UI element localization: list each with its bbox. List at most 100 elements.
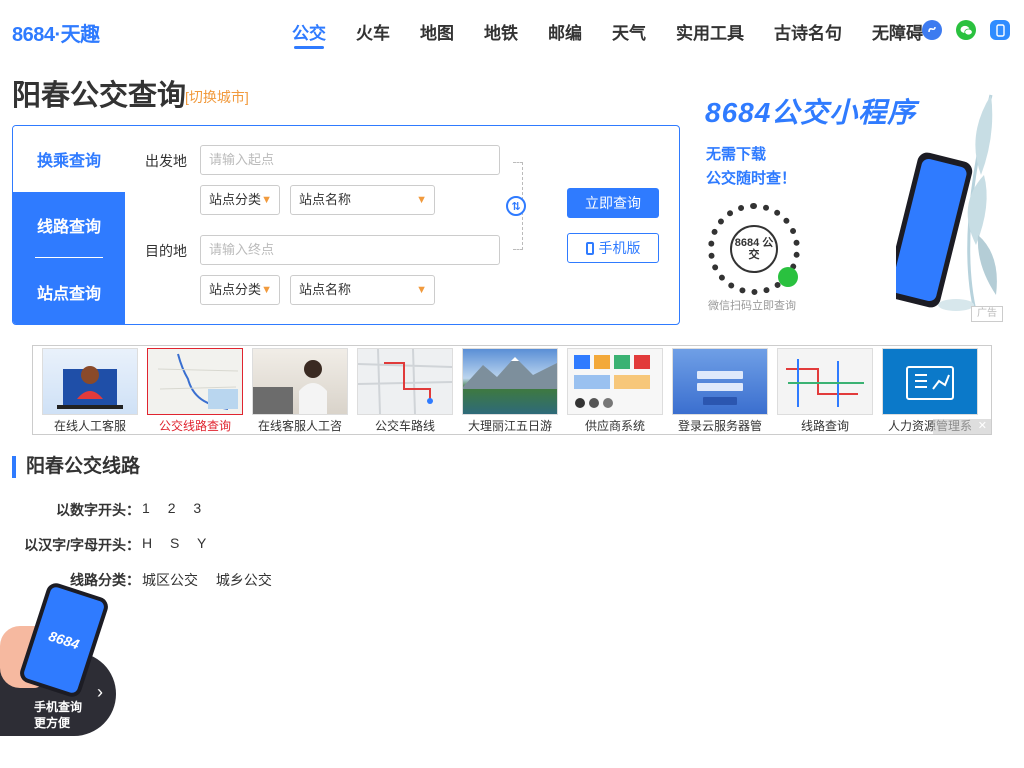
wechat-badge-icon — [778, 267, 798, 287]
promo-subtitle-2: 公交随时查！ — [706, 170, 797, 187]
line-row-numeric: 以数字开头： 1 2 3 — [0, 500, 201, 522]
ad-thumb — [567, 348, 663, 415]
ad-thumb — [147, 348, 243, 415]
line-link[interactable]: H — [142, 535, 152, 551]
site-logo[interactable]: 8684·天趣 — [12, 18, 100, 47]
chevron-down-icon: ▼ — [416, 284, 427, 296]
line-link[interactable]: 城区公交 — [142, 572, 198, 588]
ad-item[interactable]: 公交车路线 — [356, 348, 454, 434]
search-tabs: 换乘查询 线路查询 站点查询 — [13, 126, 125, 324]
float-text-2: 更方便 — [34, 716, 71, 730]
ad-caption: 线路查询 — [800, 419, 849, 433]
ad-thumb — [462, 348, 558, 415]
mini-program-icon[interactable] — [922, 20, 942, 40]
qr-center-label: 8684 公交 — [730, 225, 778, 273]
wechat-icon[interactable] — [956, 20, 976, 40]
row-label: 以汉字/字母开头： — [24, 537, 140, 553]
to-category-select[interactable]: 站点分类 ▼ — [200, 275, 280, 305]
header-icons — [922, 20, 1024, 40]
ad-caption: 大理丽江五日游 — [467, 419, 552, 433]
nav-item-weather[interactable]: 天气 — [612, 19, 646, 47]
to-category-value: 站点分类 — [209, 282, 262, 297]
nav-item-subway[interactable]: 地铁 — [484, 19, 518, 47]
ad-item[interactable]: 大理丽江五日游 — [461, 348, 559, 434]
line-link[interactable]: 3 — [193, 500, 201, 516]
ad-caption: 供应商系统 — [584, 419, 645, 433]
top-header: 8684·天趣 公交 火车 地图 地铁 邮编 天气 实用工具 古诗名句 无障碍 — [0, 0, 1024, 60]
switch-city-link[interactable]: [切换城市] — [185, 87, 249, 107]
line-link[interactable]: 2 — [168, 500, 176, 516]
to-input[interactable]: 请输入终点 — [200, 235, 500, 265]
ad-caption: 在线人工客服 — [53, 419, 126, 433]
mini-program-promo[interactable]: 8684公交小程序 无需下载 公交随时查！ 8684 公交 微信扫码立即查询 — [700, 85, 1006, 325]
ad-caption: 在线客服人工咨 — [257, 419, 342, 433]
tab-transfer[interactable]: 换乘查询 — [13, 126, 125, 192]
line-link[interactable]: S — [170, 535, 179, 551]
nav-item-map[interactable]: 地图 — [420, 19, 454, 47]
tab-line[interactable]: 线路查询 — [13, 192, 125, 258]
swap-icon[interactable]: ⇅ — [506, 196, 526, 216]
ad-caption: 登录云服务器管 — [677, 419, 762, 433]
mobile-version-button[interactable]: 手机版 — [567, 233, 659, 263]
ad-thumb — [42, 348, 138, 415]
nav-item-train[interactable]: 火车 — [356, 19, 390, 47]
ad-strip: 在线人工客服 公交线路查询 在线客服人工咨 公交车路线 大理丽江五日游 供应商系… — [32, 345, 992, 435]
row-values: H S Y — [142, 535, 220, 551]
line-link[interactable]: 1 — [142, 500, 150, 516]
ad-caption: 公交线路查询 — [158, 419, 231, 433]
nav-item-postcode[interactable]: 邮编 — [548, 19, 582, 47]
from-station-value: 站点名称 — [299, 192, 352, 207]
search-panel: 换乘查询 线路查询 站点查询 出发地 请输入起点 站点分类 ▼ 站点名称 ▼ 目… — [12, 125, 680, 325]
from-category-value: 站点分类 — [209, 192, 262, 207]
nav-item-tools[interactable]: 实用工具 — [676, 19, 744, 47]
line-link[interactable]: Y — [197, 535, 206, 551]
ad-item[interactable]: 在线人工客服 — [41, 348, 139, 434]
promo-subtitle-1: 无需下载 — [706, 146, 767, 163]
nav-item-accessibility[interactable]: 无障碍 — [872, 19, 923, 47]
line-link[interactable]: 城乡公交 — [216, 572, 272, 588]
section-title: 阳春公交线路 — [12, 456, 140, 478]
mobile-float-badge[interactable]: 8684 手机查询 更方便 › — [0, 580, 118, 738]
nav-item-bus[interactable]: 公交 — [292, 19, 326, 49]
ad-item[interactable]: 供应商系统 — [566, 348, 664, 434]
line-row-alpha: 以汉字/字母开头： H S Y — [0, 535, 206, 557]
tab-divider — [35, 257, 103, 258]
row-label: 以数字开头： — [56, 502, 140, 518]
to-station-select[interactable]: 站点名称 ▼ — [290, 275, 435, 305]
query-button[interactable]: 立即查询 — [567, 188, 659, 218]
to-station-value: 站点名称 — [299, 282, 352, 297]
float-text-1: 手机查询 — [34, 700, 83, 714]
to-label: 目的地 — [145, 243, 187, 259]
qr-code: 8684 公交 — [708, 203, 800, 295]
chevron-down-icon: ▼ — [261, 194, 272, 206]
mobile-version-label: 手机版 — [598, 240, 641, 256]
close-icon[interactable]: ✕ — [933, 419, 991, 435]
ad-thumb — [252, 348, 348, 415]
promo-title: 8684公交小程序 — [705, 97, 917, 128]
nav-item-poems[interactable]: 古诗名句 — [774, 19, 842, 47]
promo-caption: 微信扫码立即查询 — [708, 300, 796, 312]
ad-item[interactable]: 登录云服务器管 — [671, 348, 769, 434]
ad-caption: 公交车路线 — [374, 419, 435, 433]
ad-thumb — [672, 348, 768, 415]
chevron-down-icon: ▼ — [416, 194, 427, 206]
from-category-select[interactable]: 站点分类 ▼ — [200, 185, 280, 215]
ad-thumb — [357, 348, 453, 415]
mobile-icon[interactable] — [990, 20, 1010, 40]
from-station-select[interactable]: 站点名称 ▼ — [290, 185, 435, 215]
mobile-icon — [585, 241, 594, 255]
ad-thumb — [882, 348, 978, 415]
from-label: 出发地 — [145, 153, 187, 169]
row-values: 1 2 3 — [142, 500, 215, 516]
ad-item[interactable]: 在线客服人工咨 — [251, 348, 349, 434]
chevron-down-icon: ▼ — [261, 284, 272, 296]
ad-item[interactable]: 线路查询 — [776, 348, 874, 434]
ad-item[interactable]: 公交线路查询 — [146, 348, 244, 434]
chevron-right-icon: › — [97, 682, 103, 702]
tab-station[interactable]: 站点查询 — [13, 258, 125, 324]
ad-thumb — [777, 348, 873, 415]
page-title: 阳春公交查询 — [12, 80, 187, 112]
ad-label: 广告 — [971, 306, 1003, 322]
main-nav: 公交 火车 地图 地铁 邮编 天气 实用工具 古诗名句 无障碍 — [292, 19, 953, 49]
from-input[interactable]: 请输入起点 — [200, 145, 500, 175]
